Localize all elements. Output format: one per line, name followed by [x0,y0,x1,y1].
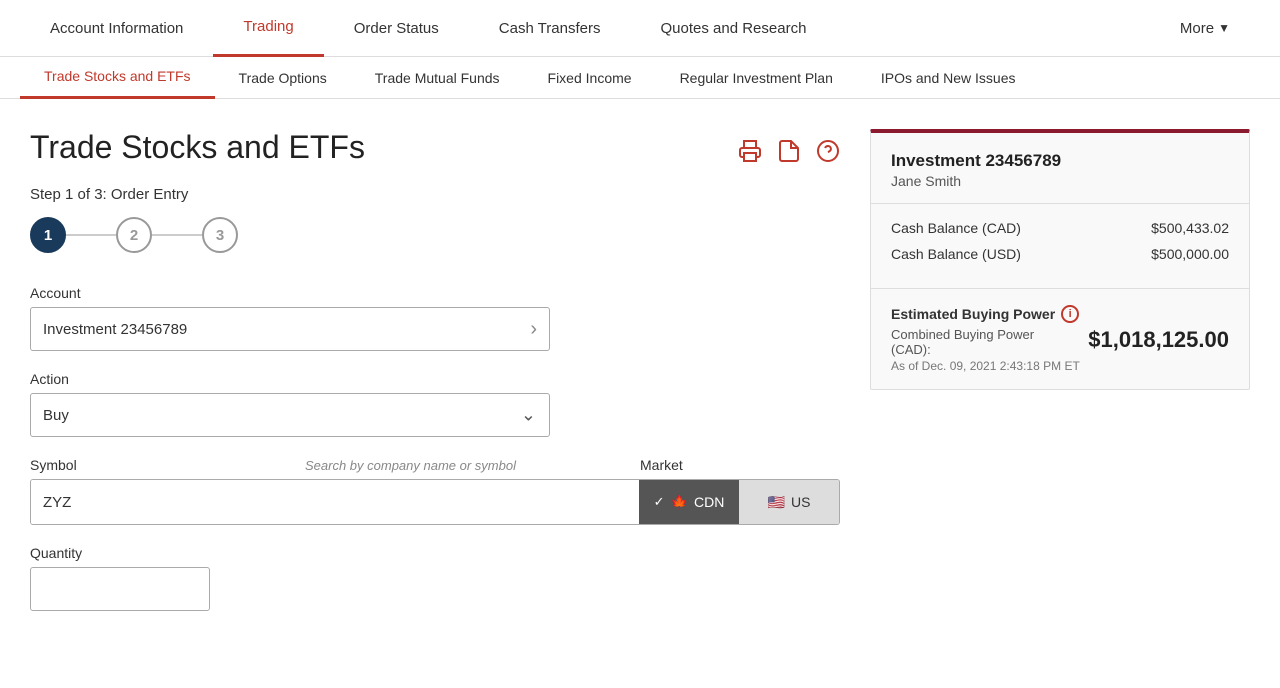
sidebar-owner-name: Jane Smith [891,173,1229,189]
main-content: Trade Stocks and ETFs Step 1 of 3: Order… [0,99,1280,661]
sidebar-header: Investment 23456789 Jane Smith [871,133,1249,204]
symbol-market-label-row: Symbol Search by company name or symbol … [30,457,840,473]
symbol-field-wrapper [31,480,639,524]
sidebar-balances: Cash Balance (CAD) $500,433.02 Cash Bala… [871,204,1249,289]
buying-power-label: Estimated Buying Power [891,306,1055,322]
cash-balance-cad-row: Cash Balance (CAD) $500,433.02 [891,220,1229,236]
market-us-button[interactable]: 🇺🇸 US [739,480,839,524]
subnav-trade-mutual-funds[interactable]: Trade Mutual Funds [351,57,524,99]
step-line-2 [152,234,202,236]
action-select-wrapper: Buy Sell Sell Short Buy to Cover ⌄ [30,393,550,437]
action-field-group: Action Buy Sell Sell Short Buy to Cover … [30,371,840,437]
nav-more[interactable]: More ▼ [1150,0,1260,57]
cdn-label: CDN [694,494,724,510]
stepper: 1 2 3 [30,217,840,253]
cash-balance-cad-label: Cash Balance (CAD) [891,220,1021,236]
sub-nav: Trade Stocks and ETFs Trade Options Trad… [0,57,1280,99]
print-icon[interactable] [738,139,762,169]
account-selector[interactable]: Investment 23456789 › [30,307,550,351]
us-label: US [791,494,810,510]
nav-account-information[interactable]: Account Information [20,0,213,57]
market-label: Market [640,457,840,473]
buying-power-title: Estimated Buying Power i [891,305,1229,323]
account-field-group: Account Investment 23456789 › [30,285,840,351]
page-header-row: Trade Stocks and ETFs Step 1 of 3: Order… [30,129,840,217]
sidebar-buying-power: Estimated Buying Power i Combined Buying… [871,289,1249,389]
cash-balance-cad-value: $500,433.02 [1151,220,1229,236]
chevron-right-icon: › [530,318,537,341]
chevron-down-icon: ▼ [1218,21,1230,35]
page-title: Trade Stocks and ETFs [30,129,365,166]
buying-power-row: Combined Buying Power(CAD): $1,018,125.0… [891,327,1229,359]
page-title-section: Trade Stocks and ETFs Step 1 of 3: Order… [30,129,365,217]
subnav-trade-stocks-etfs[interactable]: Trade Stocks and ETFs [20,57,215,99]
combined-buying-power-value: $1,018,125.00 [1088,327,1229,353]
symbol-search-hint: Search by company name or symbol [305,458,516,473]
info-icon[interactable]: i [1061,305,1079,323]
quantity-field-group: Quantity [30,545,840,611]
action-label: Action [30,371,840,387]
nav-cash-transfers[interactable]: Cash Transfers [469,0,631,57]
market-toggle: ✓ 🍁 CDN 🇺🇸 US [639,480,839,524]
market-cdn-button[interactable]: ✓ 🍁 CDN [639,480,739,524]
subnav-fixed-income[interactable]: Fixed Income [524,57,656,99]
subnav-ipos-new-issues[interactable]: IPOs and New Issues [857,57,1040,99]
step-label: Step 1 of 3: Order Entry [30,186,365,203]
account-selector-value: Investment 23456789 [43,321,187,338]
quantity-label: Quantity [30,545,840,561]
form-section: Trade Stocks and ETFs Step 1 of 3: Order… [30,129,840,631]
cash-balance-usd-row: Cash Balance (USD) $500,000.00 [891,246,1229,262]
step-3-circle: 3 [202,217,238,253]
nav-quotes-research[interactable]: Quotes and Research [630,0,836,57]
cash-balance-usd-label: Cash Balance (USD) [891,246,1021,262]
sidebar-account-name: Investment 23456789 [891,151,1229,171]
step-2-circle: 2 [116,217,152,253]
combined-buying-power-label: Combined Buying Power(CAD): [891,327,1034,357]
sidebar-card: Investment 23456789 Jane Smith Cash Bala… [870,129,1250,390]
symbol-market-field-group: Symbol Search by company name or symbol … [30,457,840,525]
symbol-row: ✓ 🍁 CDN 🇺🇸 US [30,479,840,525]
account-label: Account [30,285,840,301]
us-flag-icon: 🇺🇸 [768,494,785,511]
header-icons [738,129,840,169]
subnav-trade-options[interactable]: Trade Options [215,57,351,99]
nav-order-status[interactable]: Order Status [324,0,469,57]
help-icon[interactable] [816,139,840,169]
subnav-regular-investment-plan[interactable]: Regular Investment Plan [656,57,857,99]
nav-trading[interactable]: Trading [213,0,323,57]
checkmark-icon: ✓ [654,494,665,510]
step-1-circle: 1 [30,217,66,253]
top-nav: Account Information Trading Order Status… [0,0,1280,57]
cdn-flag-icon: 🍁 [671,494,688,511]
buying-power-content: Combined Buying Power(CAD): $1,018,125.0… [891,327,1229,373]
symbol-input[interactable] [31,480,639,524]
document-icon[interactable] [778,139,800,169]
action-select[interactable]: Buy Sell Sell Short Buy to Cover [30,393,550,437]
cash-balance-usd-value: $500,000.00 [1151,246,1229,262]
symbol-label: Symbol [30,457,305,473]
quantity-input[interactable] [30,567,210,611]
buying-power-date: As of Dec. 09, 2021 2:43:18 PM ET [891,359,1229,373]
step-line-1 [66,234,116,236]
